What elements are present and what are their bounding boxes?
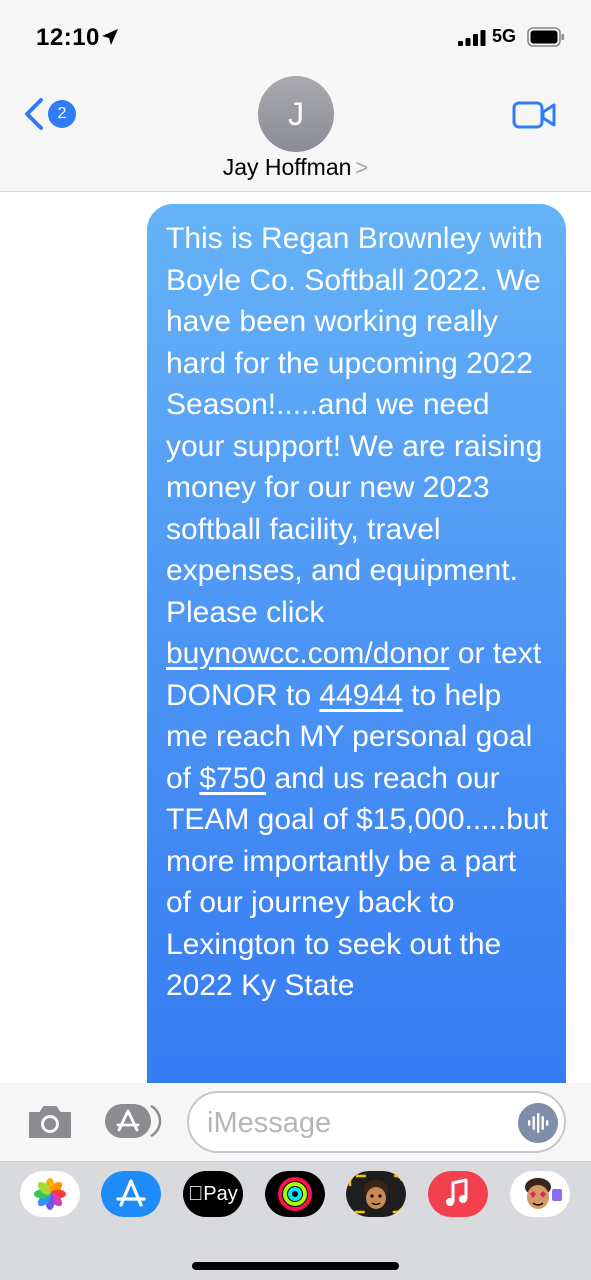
apple-pay-label: Pay (195, 1183, 237, 1205)
apple-pay-icon[interactable]: Pay (183, 1171, 243, 1217)
imessage-app-drawer: Pay (0, 1161, 591, 1280)
conversation-header: 2 J Jay Hoffman > (0, 72, 591, 192)
home-indicator[interactable] (192, 1262, 399, 1270)
status-bar: 12:10 5G (0, 0, 591, 72)
message-text-part: This is Regan Brownley with Boyle Co. So… (166, 222, 543, 629)
memoji-stickers-icon[interactable] (510, 1171, 570, 1217)
message-text: This is Regan Brownley with Boyle Co. So… (166, 218, 548, 1007)
app-store-apps-icon[interactable] (104, 1103, 162, 1139)
music-icon[interactable] (428, 1171, 488, 1217)
sent-message-bubble[interactable]: This is Regan Brownley with Boyle Co. So… (147, 204, 566, 1083)
back-button[interactable]: 2 (22, 94, 82, 134)
contact-name-button[interactable]: Jay Hoffman > (0, 154, 591, 181)
facetime-video-icon[interactable] (512, 100, 556, 130)
audio-waveform-icon[interactable] (518, 1103, 558, 1143)
camera-icon[interactable] (26, 1103, 74, 1141)
app-store-icon[interactable] (101, 1171, 161, 1217)
unread-count-badge: 2 (48, 100, 76, 128)
cellular-signal-icon (458, 30, 486, 46)
chevron-right-icon: > (355, 155, 369, 180)
location-arrow-icon (102, 29, 118, 45)
imessage-field[interactable] (187, 1091, 566, 1153)
message-text-part: and us reach our TEAM goal of $15,000...… (166, 761, 548, 1003)
shortcode-link[interactable]: 44944 (319, 679, 402, 712)
memoji-icon[interactable] (346, 1171, 406, 1217)
message-input-bar (0, 1083, 591, 1161)
amount-link[interactable]: $750 (199, 762, 266, 795)
chevron-left-icon (25, 98, 43, 130)
imessage-input[interactable] (207, 1105, 507, 1141)
message-thread[interactable]: This is Regan Brownley with Boyle Co. So… (0, 193, 591, 1083)
status-time: 12:10 (36, 24, 100, 51)
contact-name: Jay Hoffman (222, 154, 352, 180)
network-type: 5G (492, 26, 517, 46)
activity-icon[interactable] (265, 1171, 325, 1217)
donor-link[interactable]: buynowcc.com/donor (166, 637, 449, 670)
photos-app-icon[interactable] (20, 1171, 80, 1217)
battery-icon (527, 27, 564, 47)
contact-avatar[interactable]: J (258, 76, 334, 152)
